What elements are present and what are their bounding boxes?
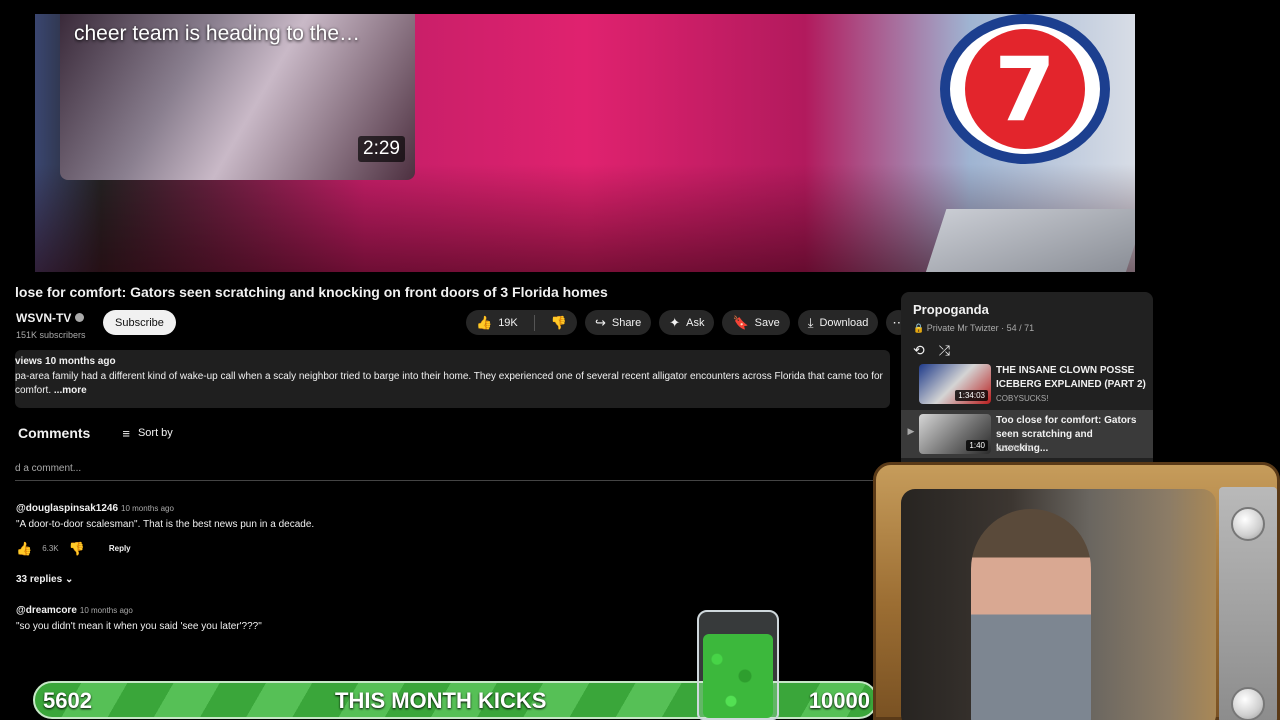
comment-time: 10 months ago — [121, 504, 174, 513]
comment-text: "so you didn't mean it when you said 'se… — [16, 621, 262, 632]
miniplayer-duration: 2:29 — [358, 136, 405, 162]
replies-label: 33 replies — [16, 574, 63, 585]
jar-contents — [703, 634, 773, 718]
miniplayer-preview[interactable]: cheer team is heading to the… 2:29 — [60, 14, 415, 180]
subscribe-button[interactable]: Subscribe — [103, 310, 176, 335]
channel-name[interactable]: WSVN-TV — [16, 311, 71, 325]
bookmark-icon: 🔖 — [732, 315, 749, 330]
kicks-jar — [697, 610, 779, 720]
dislike-button[interactable]: 👎 — [541, 310, 577, 335]
playlist-thumbnail: 1:34:03 — [919, 364, 991, 404]
playlist-controls: ⟲ ⤮ — [913, 342, 950, 359]
description-meta: views 10 months ago — [15, 356, 116, 367]
webcam-feed — [901, 489, 1216, 720]
download-icon: ⤓ — [807, 315, 814, 330]
like-divider — [533, 314, 535, 331]
comment-actions: 👍 6.3K 👎 Reply — [16, 542, 314, 555]
playlist-now-playing-icon: ▶ — [907, 426, 915, 436]
description-box[interactable]: views 10 months ago pa-area family had a… — [15, 350, 890, 408]
description-body: pa-area family had a different kind of w… — [15, 371, 883, 396]
loop-icon[interactable]: ⟲ — [913, 342, 925, 359]
lock-icon: 🔒 — [913, 323, 927, 333]
download-button[interactable]: ⤓ Download — [797, 310, 879, 335]
verified-icon — [75, 313, 85, 323]
miniplayer-title: cheer team is heading to the… — [74, 22, 361, 45]
subscriber-count: 151K subscribers — [16, 330, 86, 340]
station-logo-number: 7 — [994, 37, 1056, 141]
streamer-figure — [971, 509, 1091, 720]
share-label: Share — [611, 316, 642, 329]
action-bar: 👍 19K 👎 ↪ Share ✦ Ask 🔖 Save ⤓ Download … — [466, 310, 912, 335]
playlist-thumbnail: 1:40 — [919, 414, 991, 454]
playlist-title[interactable]: Propoganda — [913, 302, 989, 317]
playlist-item-title: THE INSANE CLOWN POSSE ICEBERG EXPLAINED… — [996, 365, 1146, 390]
comment-author[interactable]: @dreamcore — [16, 605, 77, 616]
like-dislike-group: 👍 19K 👎 — [466, 310, 577, 335]
add-comment-input[interactable]: d a comment... — [15, 463, 875, 481]
comment-author[interactable]: @douglaspinsak1246 — [16, 503, 118, 514]
playlist-item-duration: 1:40 — [966, 440, 988, 451]
playlist-item-channel: COBYSUCKS! — [996, 394, 1049, 403]
sort-by-button[interactable]: ≡ Sort by — [122, 427, 172, 440]
like-button[interactable]: 👍 19K — [466, 310, 528, 335]
playlist-panel: Propoganda 🔒 Private Mr Twizter · 54 / 7… — [901, 292, 1153, 462]
replies-toggle[interactable]: 33 replies ⌄ — [16, 574, 73, 585]
sparkle-icon: ✦ — [669, 315, 681, 330]
thumbs-down-icon: 👎 — [550, 315, 567, 330]
video-title: lose for comfort: Gators seen scratching… — [15, 284, 608, 300]
playlist-item-channel: WSVN-TV — [996, 444, 1033, 453]
ask-button[interactable]: ✦ Ask — [659, 310, 715, 335]
comment-item: @dreamcore 10 months ago "so you didn't m… — [16, 605, 262, 632]
goal-target: 10000 — [808, 688, 870, 713]
comment-reply-button[interactable]: Reply — [109, 544, 131, 553]
ask-label: Ask — [686, 316, 705, 329]
save-label: Save — [754, 316, 780, 329]
playlist-item[interactable]: 1:34:03 THE INSANE CLOWN POSSE ICEBERG E… — [901, 364, 1153, 410]
tv-knob-icon — [1231, 687, 1265, 720]
description-text: pa-area family had a different kind of w… — [15, 370, 885, 398]
tv-knob-icon — [1231, 507, 1265, 541]
chevron-down-icon: ⌄ — [64, 574, 74, 585]
thumbs-up-icon: 👍 — [476, 315, 493, 330]
goal-current: 5602 — [43, 688, 92, 713]
tv-control-panel — [1219, 487, 1277, 720]
comment-like-count: 6.3K — [42, 544, 59, 553]
comments-header: Comments ≡ Sort by — [18, 425, 173, 441]
sort-by-label: Sort by — [137, 427, 173, 439]
comment-time: 10 months ago — [79, 606, 133, 615]
comment-like-icon[interactable]: 👍 — [16, 542, 32, 555]
like-count: 19K — [498, 316, 518, 329]
share-button[interactable]: ↪ Share — [584, 310, 652, 335]
description-more-link[interactable]: ...more — [54, 385, 87, 396]
share-icon: ↪ — [594, 315, 606, 330]
sort-icon: ≡ — [122, 425, 130, 441]
comment-text: "A door-to-door scalesman". That is the … — [16, 519, 315, 530]
shuffle-icon[interactable]: ⤮ — [939, 342, 950, 359]
playlist-item-current[interactable]: ▶ 1:40 Too close for comfort: Gators see… — [901, 410, 1153, 458]
comment-dislike-icon[interactable]: 👎 — [69, 542, 85, 555]
comment-item: @douglaspinsak1246 10 months ago "A door-… — [16, 503, 314, 555]
comments-heading: Comments — [18, 425, 91, 441]
playlist-item-duration: 1:34:03 — [955, 390, 988, 401]
goal-label: THIS MONTH KICKS — [335, 688, 547, 713]
webcam-tv-frame — [873, 462, 1280, 720]
save-button[interactable]: 🔖 Save — [722, 310, 790, 335]
playlist-meta-text: Private Mr Twizter · 54 / 71 — [926, 323, 1035, 333]
station-logo: 7 — [940, 14, 1110, 164]
playlist-meta: 🔒 Private Mr Twizter · 54 / 71 — [913, 323, 1034, 334]
video-laptop-shape — [923, 209, 1135, 272]
download-label: Download — [819, 316, 869, 329]
channel-info[interactable]: WSVN-TV 151K subscribers — [16, 309, 86, 340]
